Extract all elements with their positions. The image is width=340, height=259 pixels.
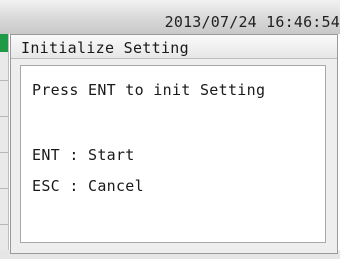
list-divider (0, 80, 8, 81)
status-bar: 2013/07/24 16:46:54 (0, 0, 340, 34)
start-option[interactable]: ENT : Start (32, 146, 135, 164)
list-divider (0, 116, 8, 117)
screen: 2013/07/24 16:46:54 Initialize Setting P… (0, 0, 340, 259)
dialog-title: Initialize Setting (21, 39, 189, 57)
datetime-display: 2013/07/24 16:46:54 (164, 13, 340, 31)
background-list-strip (0, 34, 9, 259)
list-divider (0, 152, 8, 153)
list-divider (0, 224, 8, 225)
cancel-option[interactable]: ESC : Cancel (32, 177, 144, 195)
initialize-setting-dialog: Initialize Setting Press ENT to init Set… (10, 34, 338, 254)
selected-item-indicator (0, 34, 8, 52)
list-divider (0, 188, 8, 189)
dialog-body: Press ENT to init Setting ENT : Start ES… (20, 65, 326, 243)
dialog-title-bar: Initialize Setting (11, 35, 337, 59)
dialog-message: Press ENT to init Setting (32, 81, 266, 99)
